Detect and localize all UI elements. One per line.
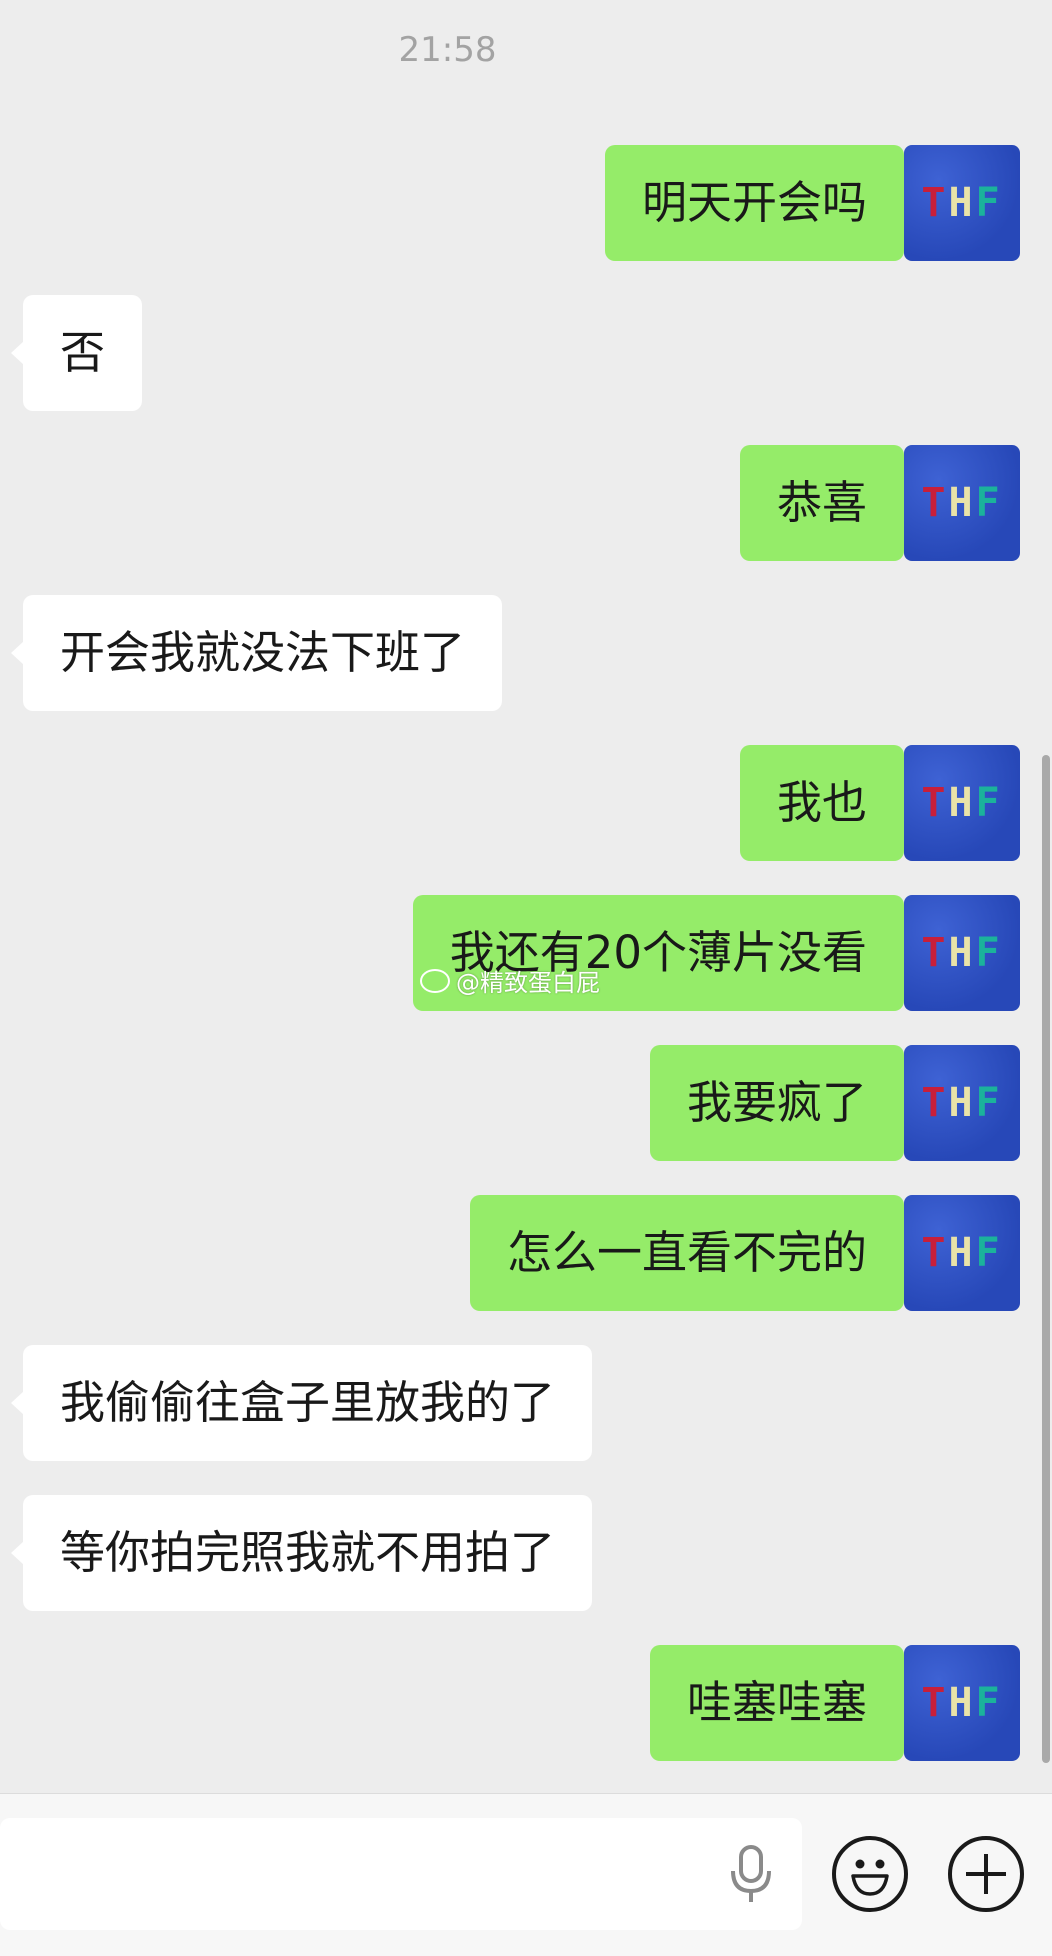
user-avatar[interactable]: THF <box>904 1195 1020 1311</box>
message-bubble-outgoing[interactable]: 我要疯了 <box>649 1045 917 1161</box>
user-avatar[interactable]: THF <box>904 445 1020 561</box>
message-bubble-incoming[interactable]: 等你拍完照我就不用拍了 <box>10 1495 593 1611</box>
message-bubble-incoming[interactable]: 我偷偷往盒子里放我的了 <box>10 1345 593 1461</box>
plus-icon <box>966 1854 1006 1894</box>
message-bubble-outgoing[interactable]: 哇塞哇塞 <box>649 1645 917 1761</box>
message-bubble-outgoing[interactable]: 我也 <box>739 745 917 861</box>
message-row: 我要疯了 THF <box>0 1045 1052 1161</box>
message-bubble-outgoing[interactable]: 恭喜 <box>739 445 917 561</box>
message-row: 怎么一直看不完的 THF <box>0 1195 1052 1311</box>
message-bubble-incoming[interactable]: 开会我就没法下班了 <box>10 595 503 711</box>
user-avatar[interactable]: THF <box>904 745 1020 861</box>
user-avatar[interactable]: THF <box>904 895 1020 1011</box>
message-timestamp: 21:58 <box>398 30 497 70</box>
microphone-icon[interactable] <box>726 1844 776 1904</box>
weibo-watermark: @精致蛋白屁 <box>420 963 600 998</box>
scrollbar[interactable] <box>1042 755 1050 1763</box>
emoji-button[interactable] <box>832 1836 908 1912</box>
weibo-icon <box>420 968 450 993</box>
message-bubble-outgoing[interactable]: 明天开会吗 <box>604 145 917 261</box>
chat-history[interactable]: 21:58 明天开会吗 THF 否 恭喜 THF 开会我就没法下班了 我也 TH… <box>0 0 1052 1793</box>
message-bubble-incoming[interactable]: 否 <box>10 295 143 411</box>
message-row: 开会我就没法下班了 <box>0 595 1052 711</box>
user-avatar[interactable]: THF <box>904 145 1020 261</box>
message-row: 我偷偷往盒子里放我的了 <box>0 1345 1052 1461</box>
message-input[interactable] <box>0 1818 802 1930</box>
user-avatar[interactable]: THF <box>904 1045 1020 1161</box>
message-row: 恭喜 THF <box>0 445 1052 561</box>
user-avatar[interactable]: THF <box>904 1645 1020 1761</box>
message-row: 哇塞哇塞 THF <box>0 1645 1052 1761</box>
more-button[interactable] <box>948 1836 1024 1912</box>
input-bar <box>0 1793 1052 1956</box>
message-bubble-outgoing[interactable]: 怎么一直看不完的 <box>469 1195 917 1311</box>
message-row: 我也 THF <box>0 745 1052 861</box>
message-row: 等你拍完照我就不用拍了 <box>0 1495 1052 1611</box>
message-row: 否 <box>0 295 1052 411</box>
watermark-text: @精致蛋白屁 <box>456 969 600 997</box>
message-row: 明天开会吗 THF <box>0 145 1052 261</box>
emoji-icon <box>851 1859 889 1896</box>
